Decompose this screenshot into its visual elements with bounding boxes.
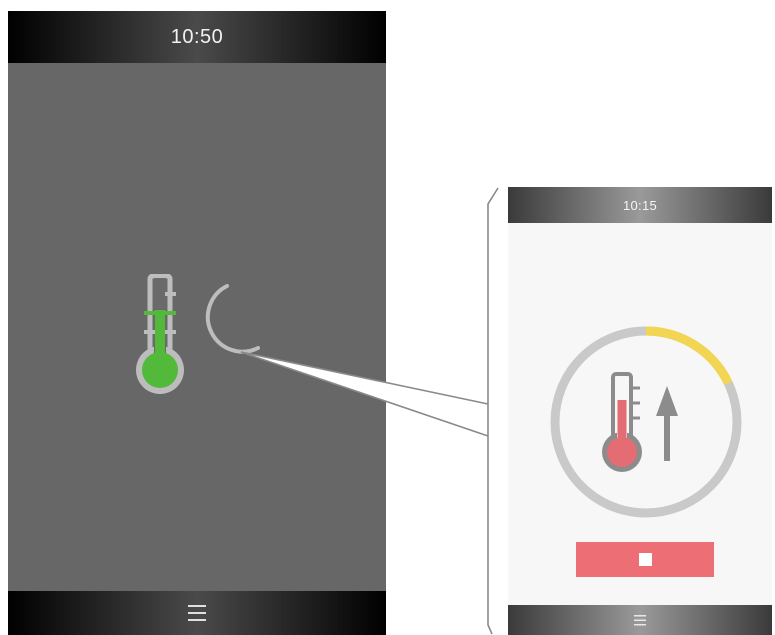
clock: 10:15 xyxy=(622,197,658,213)
status-bar: 10:15 xyxy=(508,187,772,223)
stop-icon xyxy=(638,553,652,566)
stop-button[interactable] xyxy=(576,542,714,577)
hamburger-menu-icon[interactable] xyxy=(632,612,648,628)
arrow-up-icon xyxy=(656,386,678,461)
heating-progress-ring xyxy=(550,326,742,518)
navigation-bar xyxy=(508,605,772,635)
hamburger-menu-icon[interactable] xyxy=(184,600,210,626)
thermometer-icon xyxy=(602,372,642,472)
navigation-bar xyxy=(8,591,386,635)
screen-comparison: 10:50 10:15 xyxy=(0,0,775,635)
left-phone-screen: 10:50 xyxy=(8,11,386,635)
callout-bracket xyxy=(487,187,499,635)
thermometer-icon xyxy=(136,274,184,394)
progress-arc xyxy=(645,326,733,386)
status-icons xyxy=(136,274,260,394)
clock: 10:50 xyxy=(170,25,224,48)
moon-icon xyxy=(205,284,260,354)
right-phone-screen: 10:15 xyxy=(508,187,772,635)
status-bar: 10:50 xyxy=(8,11,386,63)
